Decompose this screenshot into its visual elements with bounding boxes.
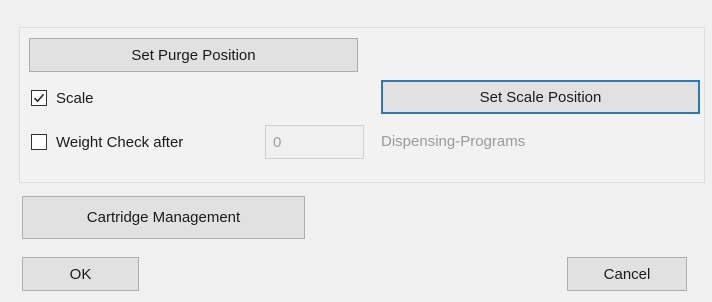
scale-checkbox-row[interactable]: Scale: [31, 88, 94, 108]
set-scale-position-button[interactable]: Set Scale Position: [381, 80, 700, 114]
weight-check-count-input[interactable]: [265, 125, 364, 159]
weight-check-label: Weight Check after: [56, 133, 184, 151]
cartridge-management-button[interactable]: Cartridge Management: [22, 196, 305, 239]
set-purge-position-button[interactable]: Set Purge Position: [29, 38, 358, 72]
dispensing-programs-label: Dispensing-Programs: [381, 133, 526, 150]
weight-check-checkbox-row[interactable]: Weight Check after: [31, 132, 183, 152]
scale-checkbox[interactable]: [31, 90, 47, 106]
dialog: Set Purge Position Scale Set Scale Posit…: [0, 0, 712, 302]
ok-button[interactable]: OK: [22, 257, 139, 291]
scale-checkbox-label: Scale: [56, 89, 94, 107]
check-icon: [33, 93, 45, 103]
weight-check-checkbox[interactable]: [31, 134, 47, 150]
cancel-button[interactable]: Cancel: [567, 257, 687, 291]
